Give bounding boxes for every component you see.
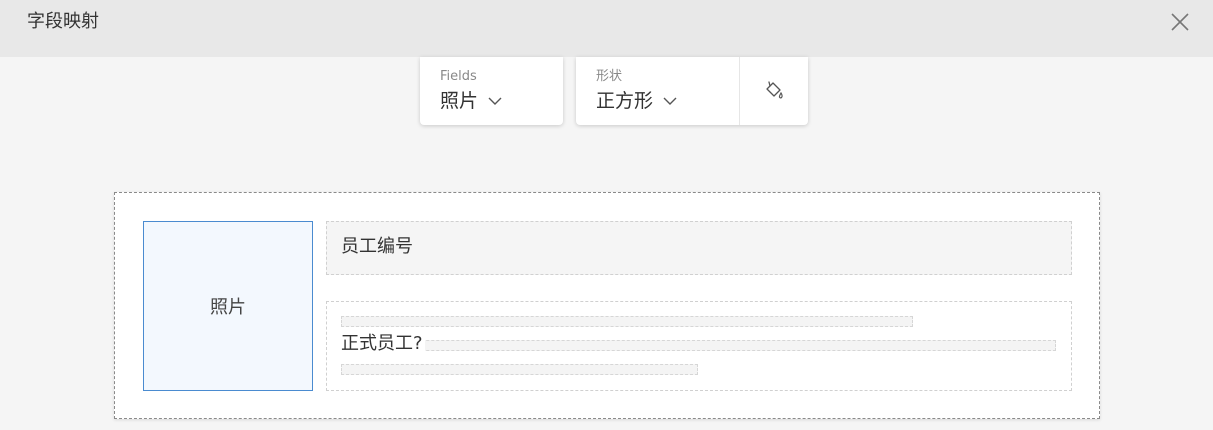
fields-toolbar: Fields 照片: [420, 57, 563, 125]
field-label: 员工编号: [341, 236, 413, 257]
field-label: 正式员工?: [341, 333, 425, 355]
close-icon: [1171, 13, 1189, 31]
dialog-header: 字段映射: [0, 0, 1213, 57]
shape-dropdown[interactable]: 形状 正方形: [576, 57, 739, 125]
chevron-down-icon: [663, 94, 677, 108]
paint-bucket-icon: [766, 81, 783, 99]
close-button[interactable]: [1166, 8, 1194, 36]
field-slot-employee-id[interactable]: 员工编号: [326, 221, 1072, 275]
dialog-title: 字段映射: [27, 11, 99, 32]
placeholder-line: [341, 364, 698, 375]
fill-color-button[interactable]: [740, 57, 808, 125]
fields-dropdown-value: 照片: [440, 90, 479, 112]
shape-dropdown-value: 正方形: [596, 90, 654, 112]
photo-label: 照片: [210, 297, 246, 318]
shape-dropdown-label: 形状: [596, 69, 623, 84]
placeholder-line: [341, 340, 1056, 351]
fields-dropdown-label: Fields: [440, 69, 477, 84]
chevron-down-icon: [488, 94, 502, 108]
layout-preview-canvas: 照片 员工编号 正式员工?: [114, 192, 1100, 419]
field-slot-full-time[interactable]: 正式员工?: [326, 301, 1072, 391]
fields-dropdown[interactable]: Fields 照片: [420, 57, 563, 125]
placeholder-line: [341, 316, 913, 327]
shape-toolbar: 形状 正方形: [576, 57, 808, 125]
photo-placeholder[interactable]: 照片: [143, 221, 313, 391]
